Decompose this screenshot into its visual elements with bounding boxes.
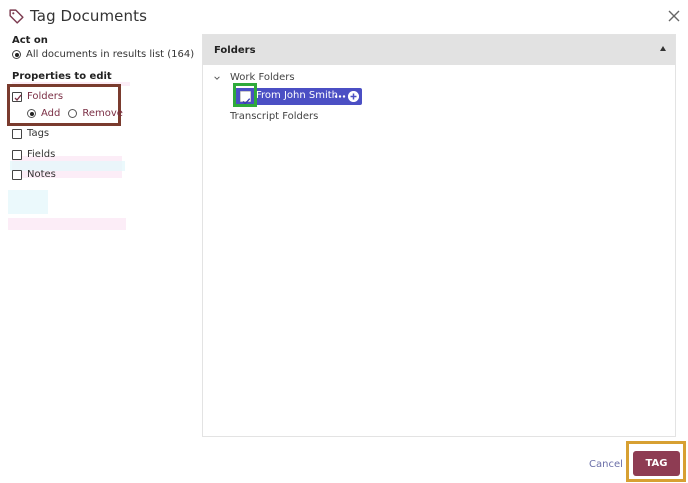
caret-up-icon[interactable]: [660, 46, 666, 51]
tree-item-work-folders[interactable]: Work Folders: [213, 72, 295, 83]
more-icon[interactable]: [334, 91, 346, 102]
folder-mode-add[interactable]: Add: [27, 108, 60, 119]
tree-item-transcript-folders-label: Transcript Folders: [230, 111, 319, 122]
property-fields-label: Fields: [27, 149, 56, 160]
cancel-button[interactable]: Cancel: [589, 459, 623, 470]
property-notes[interactable]: Notes: [12, 169, 56, 180]
tag-documents-dialog: Tag Documents Act on All documents in re…: [0, 0, 688, 483]
add-icon[interactable]: [348, 91, 359, 102]
radio-icon[interactable]: [68, 109, 78, 118]
checkbox-icon[interactable]: [12, 149, 22, 160]
checkbox-icon[interactable]: [12, 169, 22, 180]
folder-checkbox-highlight: [233, 83, 257, 107]
act-on-label: Act on: [12, 35, 48, 46]
checkbox-icon[interactable]: [12, 128, 22, 139]
selected-folder-label: From John Smith: [256, 90, 339, 101]
dialog-header: Tag Documents: [0, 0, 688, 34]
dialog-title: Tag Documents: [30, 7, 147, 25]
folder-mode-remove-label: Remove: [82, 108, 123, 119]
properties-label: Properties to edit: [12, 71, 112, 82]
property-tags[interactable]: Tags: [12, 128, 49, 139]
folders-panel-header[interactable]: Folders: [203, 35, 675, 65]
folders-highlight: [7, 84, 121, 126]
folders-panel-title: Folders: [214, 45, 256, 56]
folder-mode-add-label: Add: [41, 108, 61, 119]
tag-button[interactable]: TAG: [633, 451, 680, 476]
tag-icon: [9, 9, 24, 24]
tree-item-work-folders-label: Work Folders: [230, 72, 295, 83]
close-icon[interactable]: [664, 6, 684, 26]
tree-item-transcript-folders[interactable]: Transcript Folders: [230, 111, 318, 122]
property-fields[interactable]: Fields: [12, 149, 55, 160]
radio-icon[interactable]: [27, 109, 36, 118]
property-notes-label: Notes: [27, 169, 56, 180]
radio-icon[interactable]: [12, 50, 21, 59]
folder-mode-remove[interactable]: Remove: [68, 108, 123, 119]
folder-mode-options: Add Remove: [27, 108, 131, 119]
chevron-down-icon[interactable]: [213, 74, 221, 82]
act-on-all-option[interactable]: All documents in results list (164): [12, 49, 194, 60]
act-on-all-label: All documents in results list (164): [26, 49, 195, 60]
property-tags-label: Tags: [27, 128, 50, 139]
